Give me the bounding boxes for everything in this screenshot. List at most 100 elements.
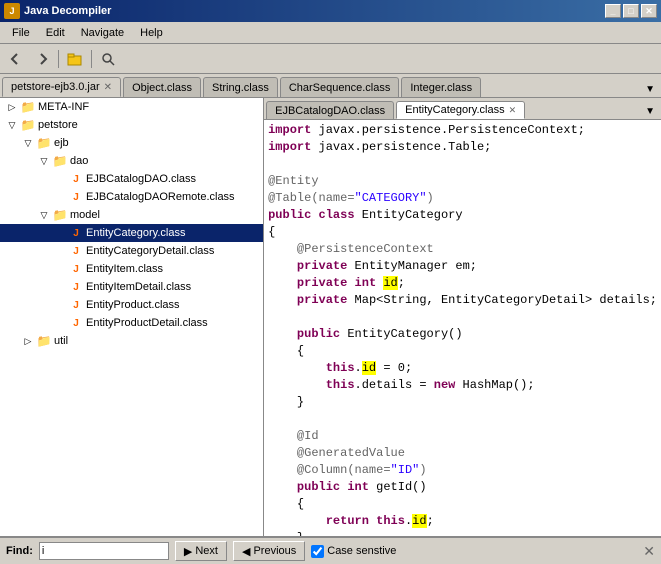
tree-label-entitycategory: EntityCategory.class [86,227,185,239]
tree-item-model[interactable]: ▽ 📁 model [0,206,263,224]
main-area: ▷ 📁 META-INF ▽ 📁 petstore ▽ 📁 ejb ▽ 📁 da… [0,98,661,536]
code-line-9: private EntityManager em; [268,258,657,275]
tree-item-entitycategory[interactable]: J EntityCategory.class [0,224,263,242]
tree-label-petstore: petstore [38,119,78,131]
previous-button[interactable]: ◀ Previous [233,541,305,561]
find-input[interactable] [39,542,169,560]
menu-navigate[interactable]: Navigate [73,25,132,41]
menu-file[interactable]: File [4,25,38,41]
tree-item-entitycategorydetail[interactable]: J EntityCategoryDetail.class [0,242,263,260]
case-sensitive-label: Case senstive [327,545,396,557]
code-line-21: @Column(name="ID") [268,462,657,479]
tree-label-metainf: META-INF [38,101,89,113]
toggle-ejb[interactable]: ▽ [20,135,36,151]
menu-help[interactable]: Help [132,25,171,41]
toggle-petstore[interactable]: ▽ [4,117,20,133]
code-line-12 [268,309,657,326]
code-line-15: this.id = 0; [268,360,657,377]
tree-label-model: model [70,209,100,221]
tree-label-dao: dao [70,155,88,167]
find-close-button[interactable]: ✕ [643,543,655,560]
java-entityitem-icon: J [68,261,84,277]
code-line-2: import javax.persistence.Table; [268,139,657,156]
app-icon: J [4,3,20,19]
menu-bar: File Edit Navigate Help [0,22,661,44]
tree-label-util: util [54,335,68,347]
code-tab-entitycategory[interactable]: EntityCategory.class ✕ [396,101,525,119]
code-line-5: @Table(name="CATEGORY") [268,190,657,207]
minimize-button[interactable]: _ [605,4,621,18]
code-line-22: public int getId() [268,479,657,496]
title-controls[interactable]: _ □ ✕ [605,4,657,18]
java-entityitemdetail-icon: J [68,279,84,295]
toggle-util[interactable]: ▷ [20,333,36,349]
file-tab-object[interactable]: Object.class [123,77,201,97]
file-tab-jar[interactable]: petstore-ejb3.0.jar ✕ [2,77,121,97]
code-tabs-dropdown[interactable]: ▼ [641,104,659,119]
toggle-metainf[interactable]: ▷ [4,99,20,115]
java-entitycategorydetail-icon: J [68,243,84,259]
tree-label-entityitem: EntityItem.class [86,263,163,275]
charsequence-tab-label: CharSequence.class [289,82,391,94]
tree-item-metainf[interactable]: ▷ 📁 META-INF [0,98,263,116]
tree-label-ejbcatalogdao: EJBCatalogDAO.class [86,173,196,185]
code-line-18 [268,411,657,428]
tree-item-ejb[interactable]: ▽ 📁 ejb [0,134,263,152]
title-bar-left: J Java Decompiler [4,3,111,19]
toggle-model[interactable]: ▽ [36,207,52,223]
title-bar: J Java Decompiler _ □ ✕ [0,0,661,22]
code-content[interactable]: import javax.persistence.PersistenceCont… [264,120,661,536]
folder-model-icon: 📁 [52,207,68,223]
tree-item-petstore[interactable]: ▽ 📁 petstore [0,116,263,134]
tree-item-util[interactable]: ▷ 📁 util [0,332,263,350]
code-line-3 [268,156,657,173]
java-entityproductdetail-icon: J [68,315,84,331]
tree-label-ejb: ejb [54,137,69,149]
tree-label-entityproduct: EntityProduct.class [86,299,180,311]
forward-button[interactable] [30,48,54,70]
folder-metainf-icon: 📁 [20,99,36,115]
menu-edit[interactable]: Edit [38,25,73,41]
code-line-6: public class EntityCategory [268,207,657,224]
file-tabs-dropdown[interactable]: ▼ [641,82,659,97]
java-ejbcatalogdaoremote-icon: J [68,189,84,205]
case-sensitive-check[interactable]: Case senstive [311,545,396,558]
maximize-button[interactable]: □ [623,4,639,18]
find-bar: Find: ▶ Next ◀ Previous Case senstive ✕ [0,536,661,564]
file-tab-charsequence[interactable]: CharSequence.class [280,77,400,97]
tree-item-entityitemdetail[interactable]: J EntityItemDetail.class [0,278,263,296]
tree-item-entityitem[interactable]: J EntityItem.class [0,260,263,278]
code-line-16: this.details = new HashMap(); [268,377,657,394]
code-tab-ejbcatalogdao[interactable]: EJBCatalogDAO.class [266,101,394,119]
find-label: Find: [6,545,33,557]
string-tab-label: String.class [212,82,269,94]
code-line-20: @GeneratedValue [268,445,657,462]
jar-tab-close[interactable]: ✕ [104,82,112,93]
tree-item-ejbcatalogdao[interactable]: J EJBCatalogDAO.class [0,170,263,188]
folder-util-icon: 📁 [36,333,52,349]
next-button[interactable]: ▶ Next [175,541,227,561]
open-button[interactable] [63,48,87,70]
code-line-8: @PersistenceContext [268,241,657,258]
tree-panel: ▷ 📁 META-INF ▽ 📁 petstore ▽ 📁 ejb ▽ 📁 da… [0,98,264,536]
file-tab-string[interactable]: String.class [203,77,278,97]
tree-item-dao[interactable]: ▽ 📁 dao [0,152,263,170]
code-tab-ejbcatalogdao-label: EJBCatalogDAO.class [275,105,385,117]
code-line-25: } [268,530,657,536]
integer-tab-label: Integer.class [410,82,472,94]
code-line-13: public EntityCategory() [268,326,657,343]
zoom-btn[interactable] [96,48,120,70]
toolbar-separator-2 [91,50,92,68]
tree-item-entityproductdetail[interactable]: J EntityProductDetail.class [0,314,263,332]
file-tabs: petstore-ejb3.0.jar ✕ Object.class Strin… [0,74,661,98]
toggle-dao[interactable]: ▽ [36,153,52,169]
tree-item-entityproduct[interactable]: J EntityProduct.class [0,296,263,314]
toolbar [0,44,661,74]
file-tab-integer[interactable]: Integer.class [401,77,481,97]
case-sensitive-checkbox[interactable] [311,545,324,558]
close-button[interactable]: ✕ [641,4,657,18]
prev-arrow-icon: ◀ [242,545,250,558]
tree-item-ejbcatalogdaoremote[interactable]: J EJBCatalogDAORemote.class [0,188,263,206]
code-tab-entitycategory-close[interactable]: ✕ [509,105,517,116]
back-button[interactable] [4,48,28,70]
